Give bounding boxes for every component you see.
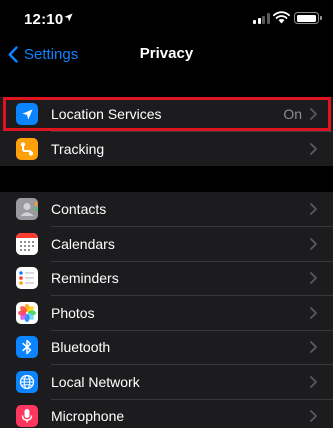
row-label: Tracking: [51, 140, 105, 157]
row-microphone[interactable]: Microphone: [0, 399, 333, 428]
bluetooth-icon: [16, 336, 38, 359]
row-bluetooth[interactable]: Bluetooth: [0, 330, 333, 365]
wifi-icon: [273, 11, 290, 24]
reminders-icon: [16, 267, 38, 290]
row-reminders[interactable]: Reminders: [0, 261, 333, 296]
cellular-signal-icon: [253, 13, 270, 24]
row-photos[interactable]: Photos: [0, 296, 333, 330]
row-contacts[interactable]: Contacts: [0, 192, 333, 227]
row-label: Location Services: [51, 106, 162, 123]
page-title: Privacy: [139, 45, 194, 62]
location-services-status: On: [283, 106, 302, 123]
privacy-settings-screen: 12:10 Settings Privacy Location Services…: [0, 0, 333, 428]
chevron-right-icon: [310, 410, 317, 422]
microphone-icon: [16, 405, 38, 428]
row-label: Reminders: [51, 270, 119, 287]
settings-group-permissions: Contacts Calendars Reminders Photos Blue…: [0, 192, 333, 428]
navigation-bar: Settings Privacy: [0, 36, 333, 72]
chevron-right-icon: [310, 272, 317, 284]
chevron-right-icon: [310, 375, 317, 388]
calendar-icon: [16, 232, 38, 255]
row-label: Photos: [51, 304, 95, 321]
settings-group-location: Location Services On Tracking: [0, 97, 333, 166]
battery-icon: [294, 12, 322, 24]
row-label: Bluetooth: [51, 339, 111, 356]
contacts-icon: [16, 198, 38, 221]
location-arrow-icon: [16, 103, 38, 126]
chevron-right-icon: [310, 341, 317, 353]
chevron-right-icon: [310, 306, 317, 319]
chevron-right-icon: [310, 237, 317, 250]
photos-icon: [16, 301, 38, 324]
chevron-right-icon: [310, 142, 317, 155]
row-location-services[interactable]: Location Services On: [0, 97, 333, 132]
status-bar: 12:10: [0, 0, 333, 36]
globe-icon: [16, 370, 38, 393]
location-arrow-status-icon: [64, 13, 73, 22]
row-local-network[interactable]: Local Network: [0, 365, 333, 399]
row-label: Contacts: [51, 201, 107, 218]
tracking-icon: [16, 137, 38, 160]
row-calendars[interactable]: Calendars: [0, 227, 333, 261]
status-time: 12:10: [24, 11, 64, 28]
row-label: Local Network: [51, 373, 140, 390]
row-label: Calendars: [51, 235, 115, 252]
chevron-right-icon: [310, 108, 317, 120]
chevron-right-icon: [310, 203, 317, 215]
row-label: Microphone: [51, 408, 125, 425]
row-tracking[interactable]: Tracking: [0, 132, 333, 167]
